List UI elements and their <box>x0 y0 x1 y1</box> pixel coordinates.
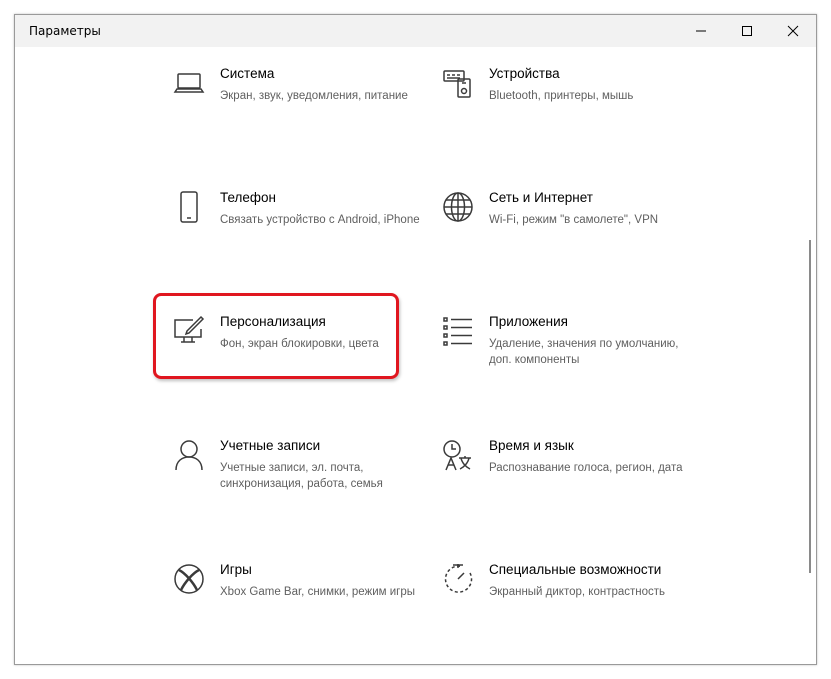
close-button[interactable] <box>770 15 816 47</box>
settings-item-description: Связать устройство с Android, iPhone <box>220 214 420 226</box>
settings-item-time-language[interactable]: Время и язык Распознавание голоса, регио… <box>442 438 682 519</box>
accessibility-timer-icon <box>442 563 474 595</box>
settings-grid: Система Экран, звук, уведомления, питани… <box>15 47 816 664</box>
xbox-icon <box>173 563 205 595</box>
settings-item-description: Bluetooth, принтеры, мышь <box>489 90 634 102</box>
settings-item-title: Устройства <box>489 66 560 81</box>
settings-item-description: Удаление, значения по умолчанию, доп. ко… <box>489 338 679 366</box>
settings-item-description: Wi-Fi, режим "в самолете", VPN <box>489 214 659 226</box>
settings-item-description: Распознавание голоса, регион, дата <box>489 462 683 474</box>
apps-list-icon <box>442 315 474 347</box>
settings-item-title: Телефон <box>220 190 277 205</box>
time-language-icon <box>442 439 474 471</box>
close-icon <box>787 25 799 37</box>
maximize-icon <box>742 26 752 36</box>
phone-icon <box>173 191 205 223</box>
settings-item-title: Система <box>220 66 275 81</box>
settings-item-phone[interactable]: Телефон Связать устройство с Android, iP… <box>173 190 420 271</box>
settings-item-network[interactable]: Сеть и Интернет Wi-Fi, режим "в самолете… <box>442 190 682 271</box>
person-icon <box>173 439 205 471</box>
settings-item-title: Учетные записи <box>220 438 321 453</box>
settings-item-accessibility[interactable]: Специальные возможности Экранный диктор,… <box>442 562 682 643</box>
settings-item-title: Время и язык <box>489 438 574 453</box>
minimize-button[interactable] <box>678 15 724 47</box>
settings-item-title: Специальные возможности <box>489 562 662 577</box>
settings-item-devices[interactable]: Устройства Bluetooth, принтеры, мышь <box>442 66 682 147</box>
settings-item-description: Xbox Game Bar, снимки, режим игры <box>220 586 416 598</box>
settings-item-description: Экранный диктор, контрастность <box>489 586 666 598</box>
settings-item-gaming[interactable]: Игры Xbox Game Bar, снимки, режим игры <box>173 562 415 643</box>
globe-icon <box>442 191 474 223</box>
title-bar[interactable]: Параметры <box>15 15 816 47</box>
settings-item-title: Приложения <box>489 314 568 329</box>
settings-item-description: Экран, звук, уведомления, питание <box>220 90 408 102</box>
settings-item-apps[interactable]: Приложения Удаление, значения по умолчан… <box>442 314 682 395</box>
settings-item-accounts[interactable]: Учетные записи Учетные записи, эл. почта… <box>173 438 413 519</box>
highlight-frame <box>153 293 399 379</box>
maximize-button[interactable] <box>724 15 770 47</box>
settings-window: Параметры Система Экран, звук, уведомлен… <box>14 14 817 665</box>
settings-item-description: Учетные записи, эл. почта, синхронизация… <box>220 462 383 490</box>
settings-item-title: Игры <box>220 562 252 577</box>
scrollbar[interactable] <box>809 240 811 573</box>
window-title: Параметры <box>29 24 101 38</box>
minimize-icon <box>696 30 706 32</box>
devices-icon <box>442 67 474 99</box>
settings-item-title: Сеть и Интернет <box>489 190 593 205</box>
settings-item-system[interactable]: Система Экран, звук, уведомления, питани… <box>173 66 413 147</box>
laptop-icon <box>173 67 205 99</box>
